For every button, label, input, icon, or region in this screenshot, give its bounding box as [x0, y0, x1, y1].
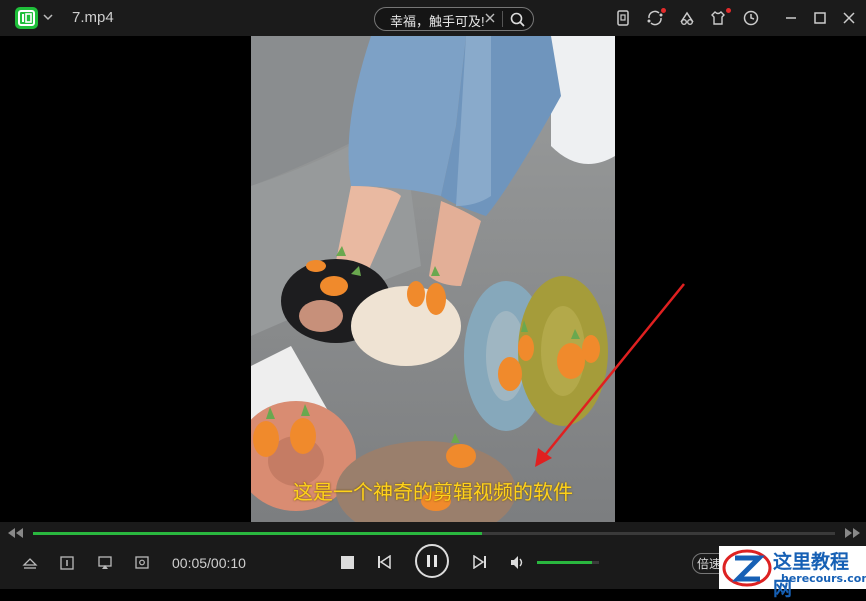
watermark-logo-icon [722, 549, 772, 587]
volume-icon[interactable] [509, 554, 526, 571]
stop-button[interactable] [341, 556, 354, 569]
screen-cast-icon[interactable] [97, 555, 113, 571]
watermark-url: herecours.com [781, 572, 866, 585]
progress-fill [33, 532, 483, 535]
watermark: 这里教程网 herecours.com [719, 546, 866, 600]
fast-forward-icon[interactable] [845, 528, 860, 538]
pause-button[interactable] [415, 544, 449, 578]
playlist-icon[interactable] [59, 555, 75, 571]
volume-fill [537, 561, 592, 564]
screenshot-icon[interactable] [134, 555, 150, 571]
time-display: 00:05/00:10 [172, 555, 246, 571]
eject-icon[interactable] [22, 555, 38, 571]
rewind-icon[interactable] [8, 528, 23, 538]
progress-bar[interactable] [33, 532, 835, 535]
volume-slider[interactable] [537, 561, 599, 564]
previous-icon[interactable] [377, 555, 391, 569]
annotation-arrow [535, 283, 685, 467]
next-icon[interactable] [473, 555, 487, 569]
